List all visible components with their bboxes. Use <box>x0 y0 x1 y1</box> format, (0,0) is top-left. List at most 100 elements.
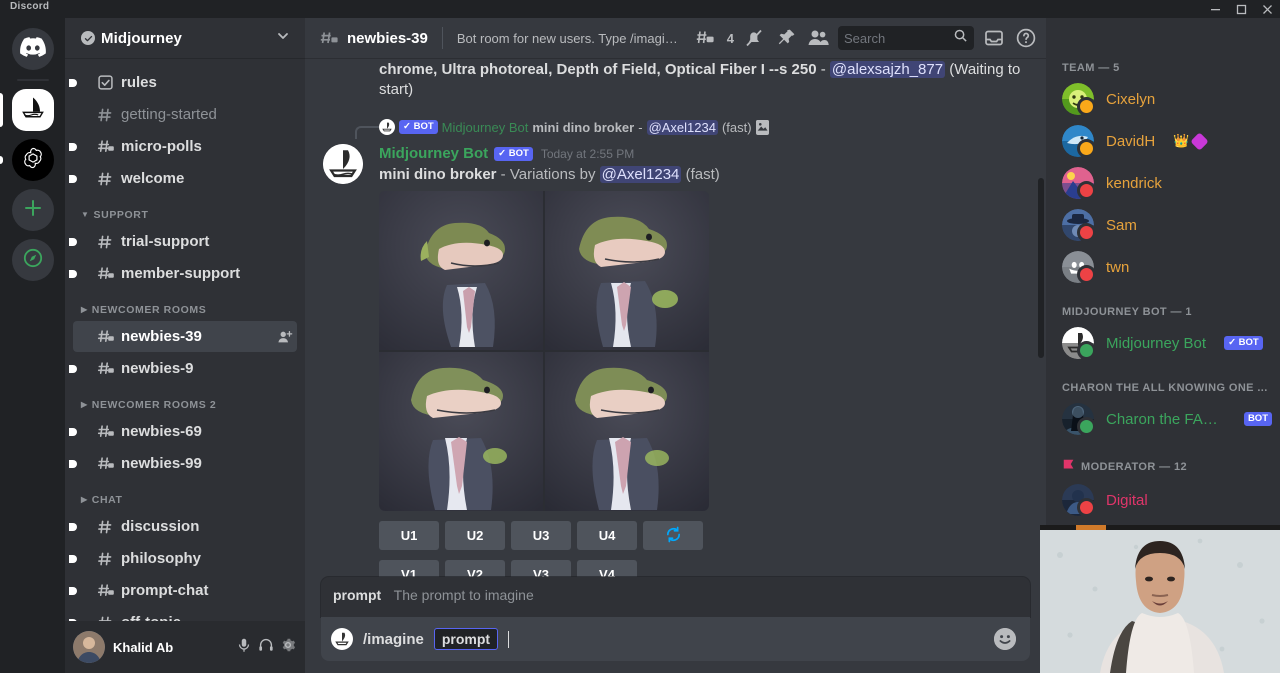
emoji-icon[interactable] <box>994 628 1016 650</box>
mj-button-v1[interactable]: V1 <box>379 560 439 577</box>
mj-button-reroll[interactable] <box>643 521 703 550</box>
headphones-icon[interactable] <box>257 636 275 659</box>
user-mention[interactable]: @alexsajzh_877 <box>830 61 945 78</box>
generated-image-grid[interactable] <box>379 191 709 511</box>
sidebar-channel-off-topic[interactable]: off-topic <box>73 607 297 621</box>
mj-button-u3[interactable]: U3 <box>511 521 571 550</box>
gear-icon[interactable] <box>279 636 297 659</box>
message-author[interactable]: Midjourney Bot <box>379 144 488 164</box>
mj-button-v4[interactable]: V4 <box>577 560 637 577</box>
slash-hint-key: prompt <box>333 587 381 603</box>
channel-category-support[interactable]: ▼SUPPORT <box>65 195 305 225</box>
sidebar-channel-micro-polls[interactable]: micro-polls <box>73 131 297 162</box>
member-row-charon-the-faq-[interactable]: Charon the FAQ ...BOT <box>1054 398 1272 440</box>
hash-thread-icon <box>97 328 115 346</box>
server-rail-item-add-server[interactable] <box>12 189 54 231</box>
reply-reference-row[interactable]: ✓ BOT Midjourney Bot mini dino broker - … <box>321 116 1030 142</box>
sidebar-channel-newbies-99[interactable]: newbies-99 <box>73 448 297 479</box>
channel-category-newcomer-rooms[interactable]: ▶NEWCOMER ROOMS <box>65 290 305 320</box>
threads-icon[interactable] <box>693 26 717 50</box>
inbox-icon[interactable] <box>982 26 1006 50</box>
sidebar-channel-discussion[interactable]: discussion <box>73 511 297 542</box>
unread-indicator <box>69 175 77 183</box>
previous-message-overflow: chrome, Ultra photoreal, Depth of Field,… <box>321 60 1030 100</box>
channel-name: member-support <box>121 265 297 282</box>
command-option-pill[interactable]: prompt <box>434 628 498 650</box>
search-input[interactable] <box>844 31 949 46</box>
member-row-digital[interactable]: Digital <box>1054 479 1272 521</box>
variation-button-row[interactable]: V1 V2 V3 V4 <box>379 560 1030 577</box>
member-row-cixelyn[interactable]: Cixelyn <box>1054 78 1272 120</box>
mj-button-u1[interactable]: U1 <box>379 521 439 550</box>
chevron-down-icon[interactable] <box>275 28 291 49</box>
channel-category-chat[interactable]: ▶CHAT <box>65 480 305 510</box>
button-label: V4 <box>599 567 615 577</box>
sidebar-channel-rules[interactable]: rules <box>73 67 297 98</box>
message-prompt: mini dino broker <box>379 166 497 183</box>
reply-tail-line <box>355 126 379 139</box>
channel-list[interactable]: rulesgetting-started micro-polls welcome▼S… <box>65 58 305 621</box>
avatar[interactable] <box>323 144 363 184</box>
avatar[interactable] <box>73 631 105 663</box>
prompt-text: chrome, Ultra photoreal, Depth of Field,… <box>379 61 817 78</box>
status-indicator-dnd <box>1077 223 1096 242</box>
member-row-kendrick[interactable]: kendrick <box>1054 162 1272 204</box>
sidebar-channel-member-support[interactable]: member-support <box>73 258 297 289</box>
close-icon[interactable] <box>1254 0 1280 18</box>
sidebar-channel-prompt-chat[interactable]: prompt-chat <box>73 575 297 606</box>
guild-header[interactable]: Midjourney <box>65 18 305 58</box>
minimize-icon[interactable] <box>1202 0 1228 18</box>
message-mention[interactable]: @Axel1234 <box>600 166 682 183</box>
sidebar-channel-trial-support[interactable]: trial-support <box>73 226 297 257</box>
sidebar-channel-getting-started[interactable]: getting-started <box>73 99 297 130</box>
bell-muted-icon[interactable] <box>742 26 766 50</box>
window-titlebar: Discord <box>0 0 1280 18</box>
status-indicator-idle <box>1077 97 1096 116</box>
message-list[interactable]: chrome, Ultra photoreal, Depth of Field,… <box>305 58 1046 577</box>
channel-name: micro-polls <box>121 138 297 155</box>
refresh-icon <box>665 526 682 546</box>
message-header: Midjourney Bot ✓ BOT Today at 2:55 PM <box>379 144 1030 164</box>
maximize-icon[interactable] <box>1228 0 1254 18</box>
mj-button-v2[interactable]: V2 <box>445 560 505 577</box>
bot-tag: ✓ BOT <box>1224 336 1263 350</box>
sidebar-channel-newbies-69[interactable]: newbies-69 <box>73 416 297 447</box>
mj-button-u4[interactable]: U4 <box>577 521 637 550</box>
upscale-button-row[interactable]: U1U2U3U4 <box>379 521 1030 550</box>
message-speed: (fast) <box>681 166 719 183</box>
image-tile-3[interactable] <box>379 352 543 511</box>
crown-icon: 👑 <box>1173 133 1189 149</box>
image-tile-4[interactable] <box>545 352 709 511</box>
sidebar-channel-philosophy[interactable]: philosophy <box>73 543 297 574</box>
help-circle-icon[interactable] <box>1014 26 1038 50</box>
server-rail-item-discord-home[interactable] <box>12 28 54 70</box>
member-row-davidh[interactable]: DavidH👑 <box>1054 120 1272 162</box>
members-icon[interactable] <box>806 26 830 50</box>
member-row-midjourney-bot[interactable]: Midjourney Bot✓ BOT <box>1054 322 1272 364</box>
image-tile-1[interactable] <box>379 191 543 350</box>
sidebar-channel-welcome[interactable]: welcome <box>73 163 297 194</box>
add-member-icon[interactable] <box>277 329 293 345</box>
image-tile-2[interactable] <box>545 191 709 350</box>
message-scrollbar[interactable] <box>1038 178 1044 358</box>
user-panel[interactable]: Khalid Ab <box>65 621 305 673</box>
server-rail-item-midjourney[interactable] <box>12 89 54 131</box>
mj-button-u2[interactable]: U2 <box>445 521 505 550</box>
reply-mention[interactable]: @Axel1234 <box>647 120 718 135</box>
channel-category-newcomer-rooms-2[interactable]: ▶NEWCOMER ROOMS 2 <box>65 385 305 415</box>
pin-icon[interactable] <box>774 26 798 50</box>
server-rail-item-explore[interactable] <box>12 239 54 281</box>
server-rail-item-openai[interactable] <box>12 139 54 181</box>
midjourney-avatar-icon <box>331 628 353 650</box>
message: Midjourney Bot ✓ BOT Today at 2:55 PM mi… <box>321 142 1030 577</box>
microphone-icon[interactable] <box>235 636 253 659</box>
mj-button-v3[interactable]: V3 <box>511 560 571 577</box>
search-box[interactable] <box>838 26 974 50</box>
sidebar-channel-newbies-39[interactable]: newbies-39 <box>73 321 297 352</box>
member-name: twn <box>1106 259 1129 276</box>
sidebar-channel-newbies-9[interactable]: newbies-9 <box>73 353 297 384</box>
unread-indicator <box>69 79 77 87</box>
member-row-twn[interactable]: twn <box>1054 246 1272 288</box>
member-row-sam[interactable]: Sam <box>1054 204 1272 246</box>
message-composer[interactable]: /imagine prompt <box>321 617 1030 661</box>
